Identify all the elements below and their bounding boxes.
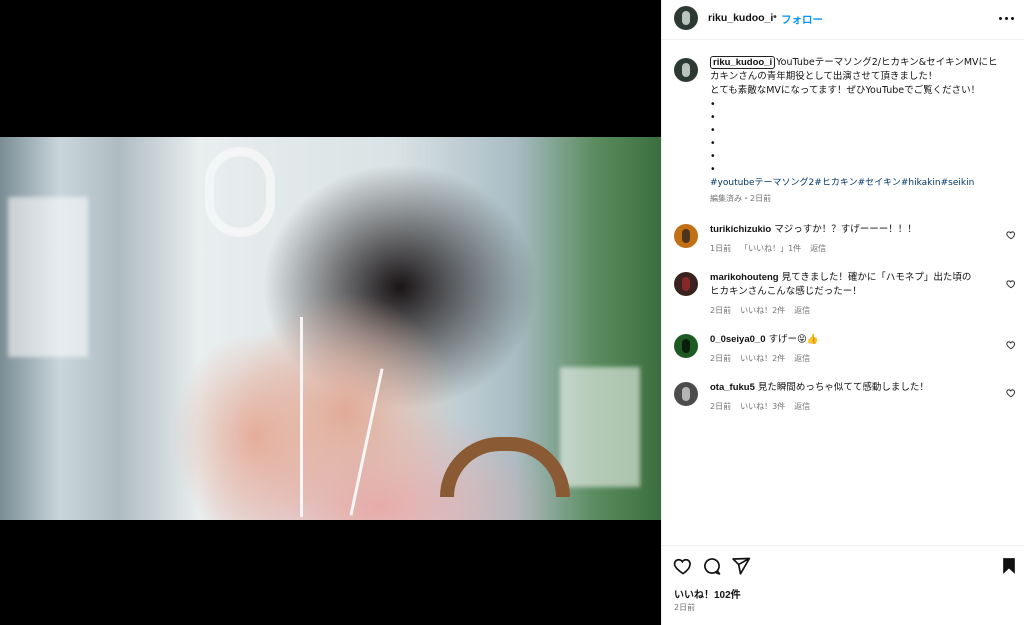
bullet: •: [710, 112, 716, 123]
heart-icon[interactable]: [1006, 230, 1016, 240]
caption-avatar-wrap: [674, 58, 698, 82]
likes-count[interactable]: いいね！102件: [674, 586, 741, 601]
author-username[interactable]: riku_kudoo_i: [708, 12, 773, 24]
comment: marikohouteng 見てきました！確かに「ハモネプ」出た頃の ヒカキンさ…: [662, 270, 1024, 320]
more-options-icon[interactable]: [999, 12, 1015, 24]
comment-username[interactable]: turikichizukio: [710, 224, 771, 235]
comment-likes[interactable]: いいね！3件: [740, 402, 785, 411]
caption-bullets: • • • • • •: [710, 98, 1015, 176]
comment-time[interactable]: 2日前: [710, 354, 731, 363]
comment-username[interactable]: ota_fuku5: [710, 382, 755, 393]
caption-username[interactable]: riku_kudoo_i: [710, 56, 776, 69]
comment-text: 見てきました！確かに「ハモネプ」出た頃の: [781, 272, 972, 283]
bullet: •: [710, 99, 716, 110]
hashtag-link[interactable]: #hikakin: [901, 178, 941, 188]
comment: 0_0seiya0_0 すげー😝👍 2日前 いいね！2件 返信: [662, 332, 1024, 368]
comment-body: ota_fuku5 見た瞬間めっちゃ似てて感動しました！: [710, 381, 929, 395]
bus-window: [560, 367, 640, 487]
avatar[interactable]: [674, 382, 698, 406]
post-actions: いいね！102件 2日前: [662, 545, 1024, 625]
comment-text: 見た瞬間めっちゃ似てて感動しました！: [757, 382, 929, 393]
comment-meta: 2日前 いいね！2件 返信: [710, 305, 819, 316]
comment: turikichizukio マジっすか！？すげーーー！！！ 1日前 「いいね！」…: [662, 222, 1024, 262]
comment-meta: 2日前 いいね！3件 返信: [710, 401, 819, 412]
post-header: riku_kudoo_i • フォロー: [662, 0, 1024, 40]
caption-line: riku_kudoo_i YouTubeテーマソング2/ヒカキン&セイキンMVにヒ: [710, 56, 1015, 70]
avatar[interactable]: [674, 334, 698, 358]
reply-button[interactable]: 返信: [810, 244, 826, 253]
post-side-panel: riku_kudoo_i • フォロー riku_kudoo_i YouTubeテ…: [661, 0, 1024, 625]
bullet: •: [710, 125, 716, 136]
heart-icon[interactable]: [1006, 279, 1016, 289]
caption-text: YouTubeテーマソング2/ヒカキン&セイキンMVにヒ: [776, 57, 998, 68]
bullet: •: [710, 138, 716, 149]
video-frame-image[interactable]: [0, 137, 661, 520]
avatar[interactable]: [674, 272, 698, 296]
hashtag-link[interactable]: #ヒカキン: [814, 178, 857, 188]
comment-body: marikohouteng 見てきました！確かに「ハモネプ」出た頃の ヒカキンさ…: [710, 271, 971, 299]
heart-icon[interactable]: [1006, 388, 1016, 398]
strap-handle: [205, 147, 275, 237]
caption-meta: 編集済み・2日前: [710, 194, 772, 203]
comment-likes[interactable]: 「いいね！」1件: [740, 244, 801, 253]
bullet: •: [710, 151, 716, 162]
comment-line: marikohouteng 見てきました！確かに「ハモネプ」出た頃の: [710, 271, 971, 285]
reply-button[interactable]: 返信: [794, 402, 810, 411]
hashtag-link[interactable]: #セイキン: [858, 178, 901, 188]
follow-button[interactable]: フォロー: [781, 12, 823, 27]
hashtag-link[interactable]: #seikin: [941, 178, 975, 188]
post-date: 2日前: [674, 603, 696, 612]
comment-username[interactable]: marikohouteng: [710, 272, 779, 283]
bus-window: [8, 197, 88, 357]
comment-likes[interactable]: いいね！2件: [740, 354, 785, 363]
comment-text: ヒカキンさんこんな感じだったー！: [710, 286, 862, 297]
comment-body: turikichizukio マジっすか！？すげーーー！！！: [710, 223, 917, 237]
share-icon[interactable]: [731, 556, 751, 576]
comment-text: すげー😝👍: [768, 334, 819, 345]
reply-button[interactable]: 返信: [794, 306, 810, 315]
bag-strap: [440, 437, 570, 497]
comment-time[interactable]: 2日前: [710, 306, 731, 315]
comment: ota_fuku5 見た瞬間めっちゃ似てて感動しました！ 2日前 いいね！3件 返信: [662, 380, 1024, 416]
comment-meta: 2日前 いいね！2件 返信: [710, 353, 819, 364]
separator-dot: •: [772, 12, 778, 23]
comment-username[interactable]: 0_0seiya0_0: [710, 334, 765, 345]
comment-likes[interactable]: いいね！2件: [740, 306, 785, 315]
comment-body: 0_0seiya0_0 すげー😝👍: [710, 333, 819, 347]
comment-meta: 1日前 「いいね！」1件 返信: [710, 243, 835, 254]
bullet: •: [710, 164, 716, 175]
earphone-cable: [349, 368, 384, 516]
avatar[interactable]: [674, 6, 698, 30]
bookmark-icon[interactable]: [999, 556, 1019, 576]
post-media[interactable]: [0, 0, 661, 625]
caption: riku_kudoo_i YouTubeテーマソング2/ヒカキン&セイキンMVにヒ…: [710, 56, 1015, 206]
earphone-cable: [300, 317, 303, 517]
heart-icon[interactable]: [673, 556, 693, 576]
caption-line: カキンさんの青年期役として出演させて頂きました！: [710, 71, 938, 82]
avatar[interactable]: [674, 58, 698, 82]
comment-time[interactable]: 2日前: [710, 402, 731, 411]
comment-icon[interactable]: [702, 556, 722, 576]
hashtags: #youtubeテーマソング2#ヒカキン#セイキン#hikakin#seikin: [710, 176, 1015, 190]
avatar[interactable]: [674, 224, 698, 248]
caption-line: とても素敵なMVになってます！ぜひYouTubeでご覧ください！: [710, 85, 981, 96]
heart-icon[interactable]: [1006, 340, 1016, 350]
hashtag-link[interactable]: #youtubeテーマソング2: [710, 178, 814, 188]
reply-button[interactable]: 返信: [794, 354, 810, 363]
comment-time[interactable]: 1日前: [710, 244, 731, 253]
comment-text: マジっすか！？すげーーー！！！: [774, 224, 917, 235]
